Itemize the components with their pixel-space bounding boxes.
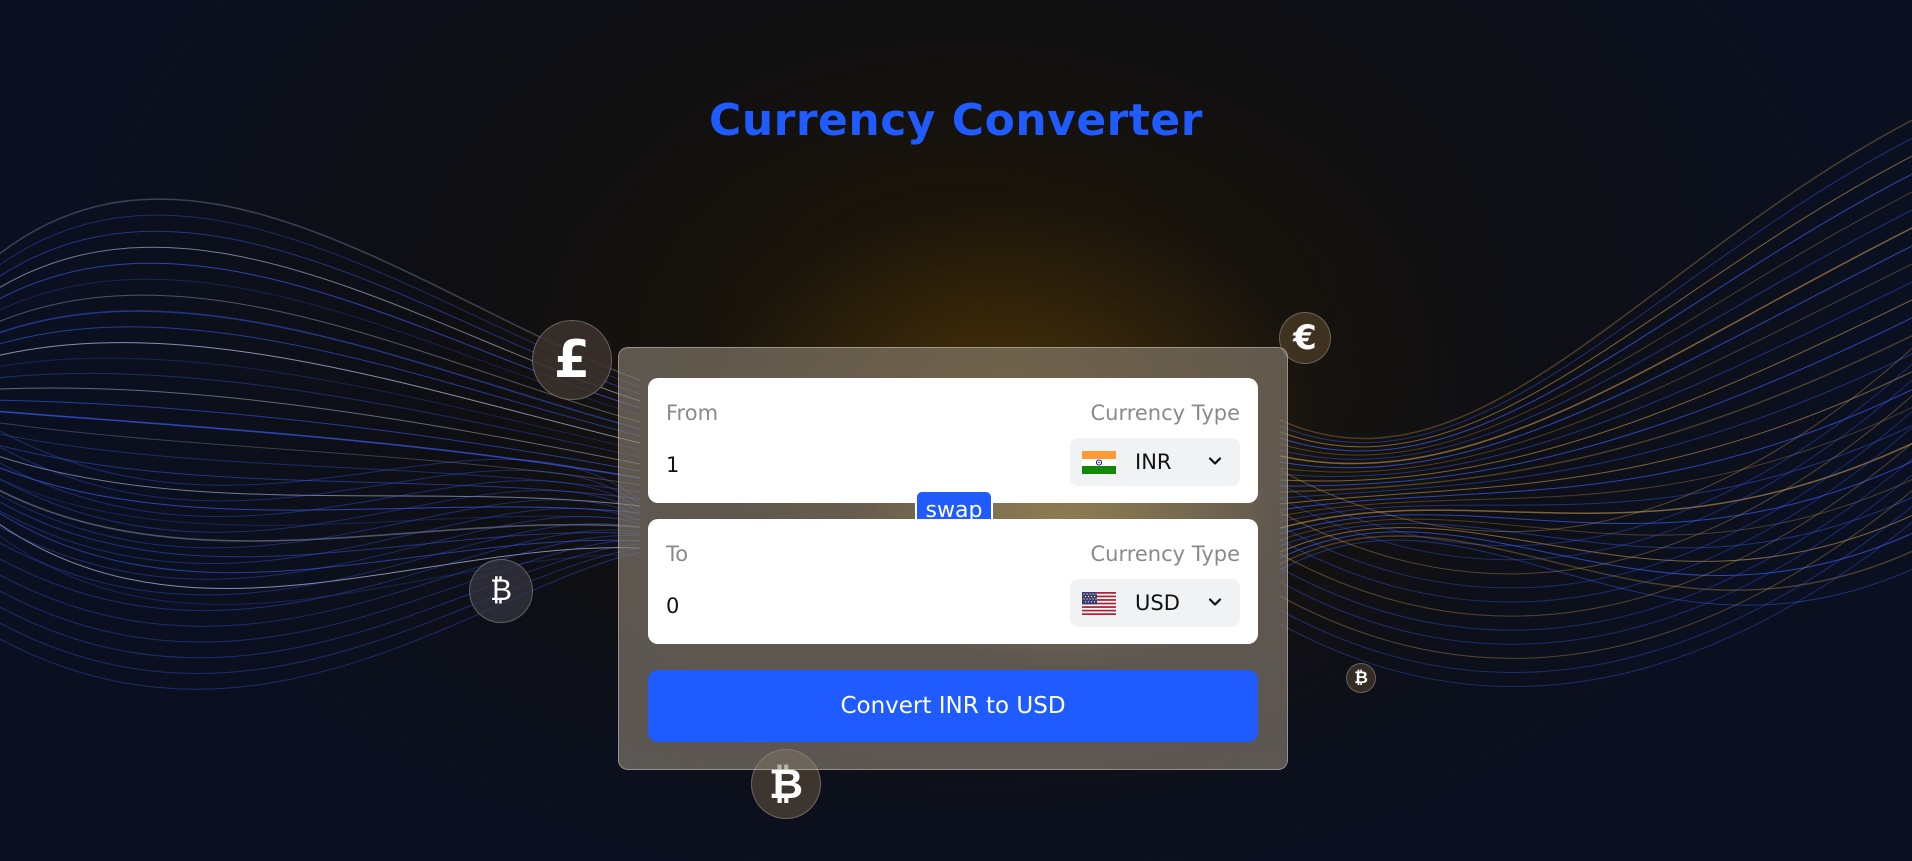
to-currency-code: USD [1135, 591, 1180, 615]
background-wave-line [1279, 490, 1912, 659]
convert-button[interactable]: Convert INR to USD [648, 670, 1258, 742]
background-wave-line [0, 456, 641, 507]
background-wave-line [1279, 209, 1912, 460]
background-wave-line [1279, 371, 1912, 505]
from-currency-type-label: Currency Type [1090, 401, 1240, 425]
background-wave-line [0, 512, 641, 574]
background-wave-line [0, 507, 641, 564]
background-wave-line [0, 489, 641, 542]
to-currency-select[interactable]: USD [1070, 579, 1240, 627]
background-wave-line [1279, 521, 1912, 688]
background-wave-line [0, 543, 641, 659]
background-wave-line [0, 534, 641, 627]
background-wave-line [0, 523, 641, 596]
background-wave-line [1279, 353, 1912, 499]
background-wave-line [1279, 535, 1912, 591]
background-wave-line [0, 410, 641, 479]
from-amount-input[interactable] [662, 445, 1030, 485]
background-wave-line [1279, 395, 1912, 575]
background-wave-line [1279, 496, 1912, 549]
to-amount-input[interactable] [662, 586, 1030, 626]
background-wave-line [1279, 173, 1912, 452]
background-wave-line [1279, 410, 1912, 589]
background-wave-line [1279, 299, 1912, 482]
background-wave-line [1279, 531, 1912, 577]
background-wave-line [1279, 442, 1912, 617]
background-wave-line [0, 444, 641, 500]
pound-coin-icon: £ [532, 320, 612, 400]
background-wave-line [1279, 363, 1912, 547]
to-label: To [666, 542, 689, 566]
background-wave-line [0, 501, 641, 558]
background-wave-line [0, 422, 641, 486]
background-wave-line [1279, 389, 1912, 511]
background-wave-line [1279, 119, 1912, 440]
background-wave-line [1279, 424, 1912, 523]
to-currency-type-label: Currency Type [1090, 542, 1240, 566]
background-wave-line [0, 523, 641, 590]
background-wave-line [1279, 478, 1912, 541]
background-wave-line [1279, 407, 1912, 517]
from-currency-code: INR [1135, 450, 1172, 474]
background-wave-line [1279, 245, 1912, 469]
background-wave-line [1279, 458, 1912, 631]
background-wave-line [1279, 347, 1912, 533]
india-flag-icon [1082, 451, 1116, 474]
background-wave-line [1279, 137, 1912, 444]
background-wave-line [1279, 426, 1912, 603]
background-wave-line [1279, 379, 1912, 561]
background-wave-line [0, 478, 641, 533]
background-wave-line [0, 547, 641, 674]
background-wave-line [0, 478, 641, 526]
background-wave-line [0, 433, 641, 493]
background-wave-line [1279, 505, 1912, 673]
background-wave-line [0, 529, 641, 612]
background-wave-line [1279, 155, 1912, 448]
background-wave-line [1279, 191, 1912, 456]
converter-card: From Currency Type INR swap To Currency … [618, 347, 1288, 770]
chevron-down-icon [1208, 457, 1222, 465]
from-currency-select[interactable]: INR [1070, 438, 1240, 486]
background-wave-line [0, 515, 641, 580]
background-wave-line [0, 467, 641, 514]
background-wave-line [0, 539, 641, 643]
background-wave-line [1279, 460, 1912, 535]
background-wave-line [1279, 317, 1912, 487]
background-wave-line [0, 494, 641, 549]
from-panel: From Currency Type INR [648, 378, 1258, 503]
to-panel: To Currency Type USD [648, 519, 1258, 644]
bitcoin-coin-icon: ₿ [1346, 663, 1376, 693]
background-wave-line [0, 430, 641, 501]
background-wave-line [1279, 227, 1912, 465]
background-wave-line [1279, 514, 1912, 562]
background-wave-line [0, 462, 641, 518]
bitcoin-coin-icon: ₿ [469, 559, 533, 623]
background-wave-line [1279, 474, 1912, 645]
background-wave-line [1279, 263, 1912, 473]
background-wave-line [0, 535, 641, 605]
background-wave-line [0, 551, 641, 690]
background-wave-line [0, 387, 641, 465]
background-wave-line [0, 446, 641, 505]
background-wave-line [0, 399, 641, 472]
chevron-down-icon [1208, 598, 1222, 606]
background-wave-line [1279, 334, 1912, 493]
background-wave-line [1279, 539, 1912, 606]
background-wave-line [1279, 281, 1912, 477]
page-title: Currency Converter [709, 95, 1203, 146]
background-wave-line [1279, 442, 1912, 529]
usa-flag-icon [1082, 592, 1116, 615]
from-label: From [666, 401, 719, 425]
